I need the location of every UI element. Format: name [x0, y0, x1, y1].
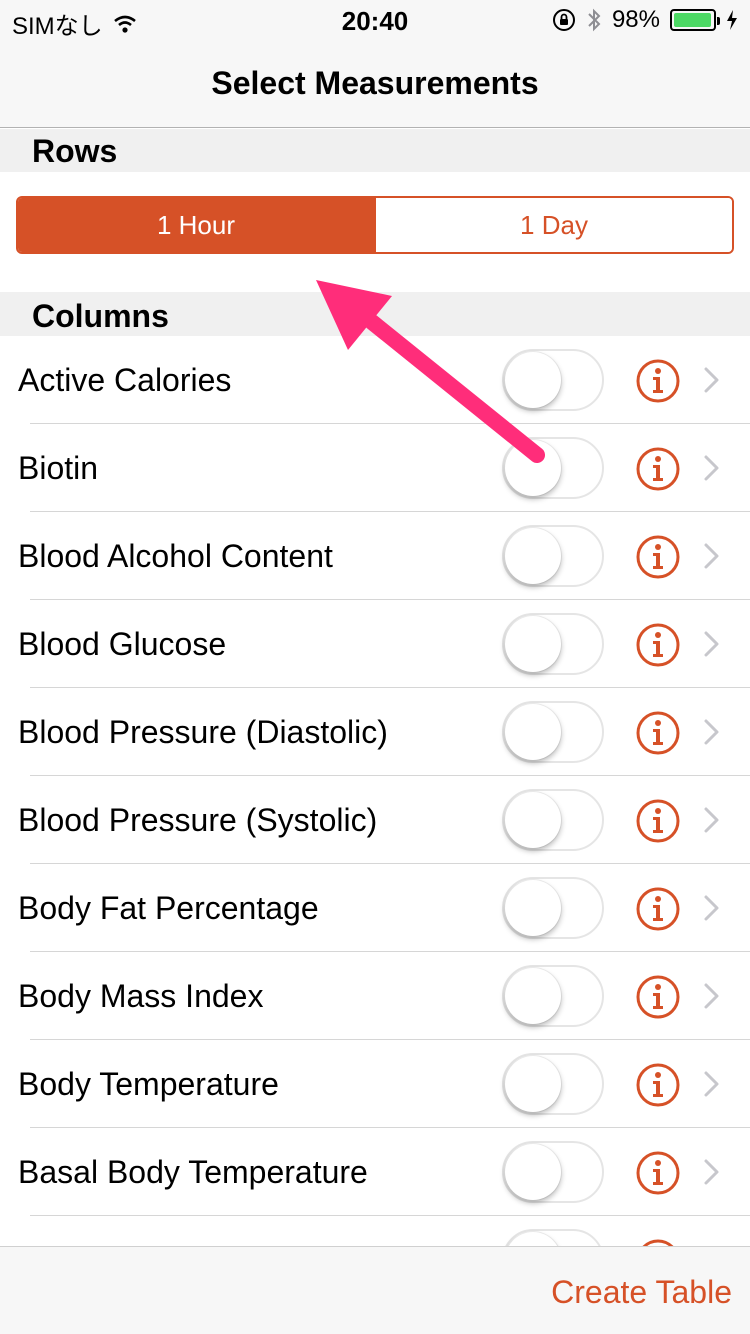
measurement-toggle[interactable] — [502, 965, 604, 1027]
battery-fill — [674, 13, 712, 27]
list-item[interactable]: Body Fat Percentage — [0, 864, 750, 952]
chevron-right-icon — [704, 895, 719, 921]
rows-segment-area: 1 Hour 1 Day — [0, 172, 750, 292]
chevron-right-icon — [704, 631, 719, 657]
chevron-right-icon — [704, 807, 719, 833]
list-item[interactable]: Body Mass Index — [0, 952, 750, 1040]
toggle-knob — [505, 1144, 561, 1200]
measurement-label: Blood Glucose — [18, 626, 227, 662]
bottom-toolbar: Create Table — [0, 1246, 750, 1334]
list-item[interactable]: Basal Body Temperature — [0, 1128, 750, 1216]
measurement-toggle[interactable] — [502, 437, 604, 499]
toggle-knob — [505, 792, 561, 848]
info-icon[interactable] — [635, 710, 681, 756]
measurement-list: Active Calories Biotin Blood Alcohol Con… — [0, 336, 750, 1304]
measurement-label: Basal Body Temperature — [18, 1154, 368, 1190]
list-item[interactable]: Blood Glucose — [0, 600, 750, 688]
list-item[interactable]: Blood Alcohol Content — [0, 512, 750, 600]
measurement-label: Active Calories — [18, 362, 232, 398]
navigation-bar: Select Measurements — [0, 40, 750, 128]
toggle-knob — [505, 704, 561, 760]
info-icon[interactable] — [635, 974, 681, 1020]
chevron-right-icon — [704, 983, 719, 1009]
columns-section-header: Columns — [0, 292, 750, 336]
toggle-knob — [505, 968, 561, 1024]
chevron-right-icon — [704, 719, 719, 745]
page-title: Select Measurements — [211, 65, 539, 101]
battery-tip — [717, 17, 720, 25]
chevron-right-icon — [704, 455, 719, 481]
info-icon[interactable] — [635, 358, 681, 404]
measurement-toggle[interactable] — [502, 1141, 604, 1203]
battery-percent: 98% — [611, 6, 660, 33]
measurement-label: Body Temperature — [18, 1066, 279, 1102]
measurement-toggle[interactable] — [502, 525, 604, 587]
segment-1-day[interactable]: 1 Day — [374, 198, 732, 252]
info-icon[interactable] — [635, 534, 681, 580]
toggle-knob — [505, 880, 561, 936]
list-item[interactable]: Body Temperature — [0, 1040, 750, 1128]
info-icon[interactable] — [635, 886, 681, 932]
measurement-toggle[interactable] — [502, 613, 604, 675]
measurement-toggle[interactable] — [502, 1053, 604, 1115]
rows-segmented-control: 1 Hour 1 Day — [16, 196, 734, 254]
orientation-lock-icon — [552, 9, 575, 31]
list-item[interactable]: Blood Pressure (Systolic) — [0, 776, 750, 864]
list-item[interactable]: Blood Pressure (Diastolic) — [0, 688, 750, 776]
info-icon[interactable] — [635, 1150, 681, 1196]
chevron-right-icon — [704, 1071, 719, 1097]
charging-icon — [727, 10, 737, 30]
measurement-label: Blood Alcohol Content — [18, 538, 333, 574]
chevron-right-icon — [704, 1159, 719, 1185]
info-icon[interactable] — [635, 1062, 681, 1108]
list-item[interactable]: Biotin — [0, 424, 750, 512]
create-table-button[interactable]: Create Table — [551, 1247, 732, 1334]
battery-icon — [670, 9, 720, 31]
info-icon[interactable] — [635, 622, 681, 668]
measurement-toggle[interactable] — [502, 701, 604, 763]
chevron-right-icon — [704, 543, 719, 569]
measurement-label: Body Fat Percentage — [18, 890, 319, 926]
toggle-knob — [505, 440, 561, 496]
measurement-toggle[interactable] — [502, 349, 604, 411]
measurement-label: Biotin — [18, 450, 99, 486]
toggle-knob — [505, 528, 561, 584]
toggle-knob — [505, 1056, 561, 1112]
measurement-label: Body Mass Index — [18, 978, 264, 1014]
status-right: 98% — [552, 6, 738, 34]
measurement-label: Blood Pressure (Diastolic) — [18, 714, 388, 750]
measurement-toggle[interactable] — [502, 877, 604, 939]
status-bar: SIMなし 20:40 98% — [0, 0, 750, 40]
info-icon[interactable] — [635, 798, 681, 844]
toggle-knob — [505, 616, 561, 672]
list-item[interactable]: Active Calories — [0, 336, 750, 424]
bluetooth-icon — [588, 8, 601, 32]
measurement-toggle[interactable] — [502, 789, 604, 851]
chevron-right-icon — [704, 367, 719, 393]
info-icon[interactable] — [635, 446, 681, 492]
segment-1-hour[interactable]: 1 Hour — [18, 198, 374, 252]
screen: SIMなし 20:40 98% Select Measurements Rows… — [0, 0, 750, 1334]
toggle-knob — [505, 352, 561, 408]
measurement-label: Blood Pressure (Systolic) — [18, 802, 378, 838]
rows-section-header: Rows — [0, 129, 750, 172]
